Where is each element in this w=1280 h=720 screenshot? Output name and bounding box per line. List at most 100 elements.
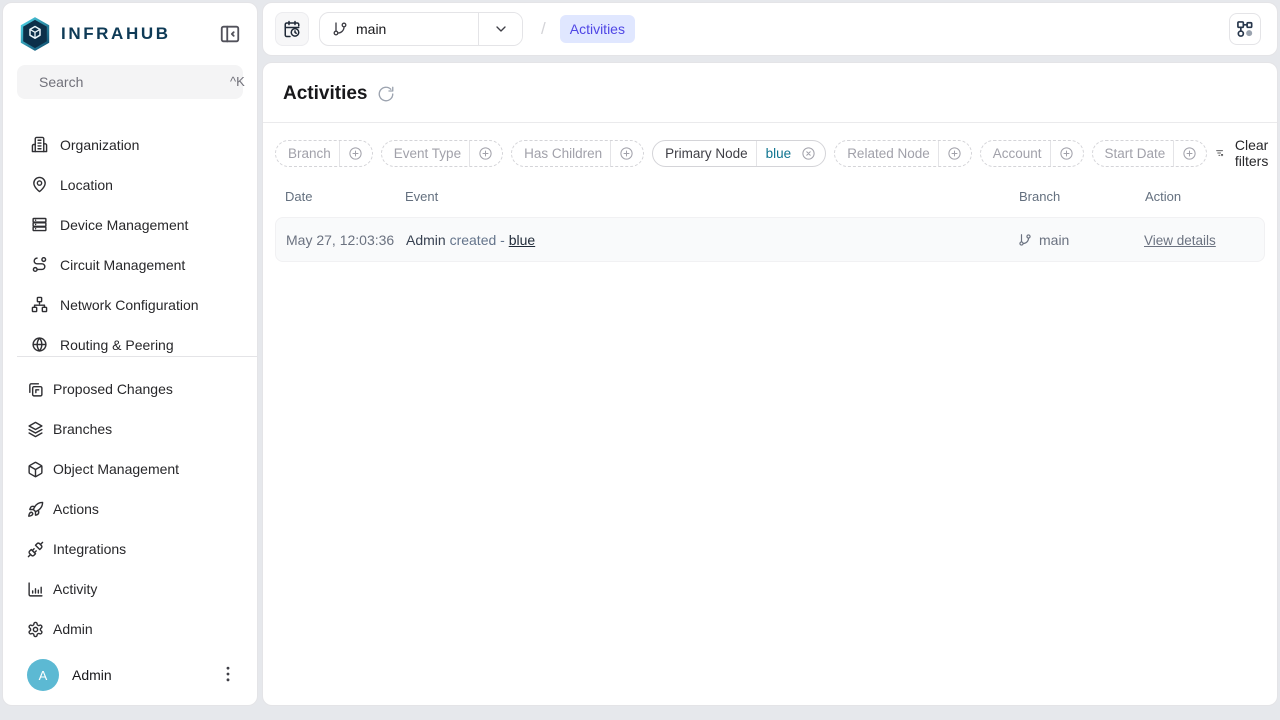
user-name: Admin <box>72 667 112 683</box>
filter-chip-label: Primary Node <box>653 146 756 161</box>
branch-selector-value[interactable]: main <box>320 13 478 45</box>
sidebar-item-label: Circuit Management <box>60 257 185 273</box>
breadcrumb-activities[interactable]: Activities <box>560 15 635 43</box>
git-branch-icon <box>332 21 348 37</box>
filter-chip-label: Account <box>981 146 1050 161</box>
sidebar-item-label: Proposed Changes <box>53 381 173 397</box>
cell-event: Admin created - blue <box>396 232 1008 248</box>
add-filter-button[interactable] <box>611 146 643 161</box>
search-input[interactable] <box>39 74 220 90</box>
network-icon <box>31 296 48 313</box>
filter-chip-label: Branch <box>276 146 339 161</box>
clear-filters-label: Clear filters <box>1231 137 1271 169</box>
sidebar-item-device-management[interactable]: Device Management <box>3 205 257 245</box>
sidebar-item-label: Actions <box>53 501 99 517</box>
column-header-date: Date <box>275 189 395 204</box>
sidebar-item-label: Device Management <box>60 217 188 233</box>
filter-x-icon <box>1215 145 1224 161</box>
circle-plus-icon <box>478 146 493 161</box>
time-travel-button[interactable] <box>275 12 309 46</box>
circle-plus-icon <box>348 146 363 161</box>
add-filter-button[interactable] <box>470 146 502 161</box>
event-actor: Admin <box>406 232 446 248</box>
branch-selector[interactable]: main <box>319 12 523 46</box>
sidebar-item-proposed-changes[interactable]: Proposed Changes <box>3 369 257 409</box>
add-filter-button[interactable] <box>340 146 372 161</box>
top-bar: main / Activities <box>262 2 1278 56</box>
sidebar-item-label: Object Management <box>53 461 179 477</box>
sidebar-item-label: Integrations <box>53 541 126 557</box>
sidebar-item-actions[interactable]: Actions <box>3 489 257 529</box>
filter-chip-related-node[interactable]: Related Node <box>834 140 972 167</box>
sidebar-item-activity[interactable]: Activity <box>3 569 257 609</box>
app-title: INFRAHUB <box>61 24 171 44</box>
user-options-button[interactable] <box>217 664 239 686</box>
branch-dropdown-button[interactable] <box>478 13 522 45</box>
cell-date: May 27, 12:03:36 <box>276 232 396 248</box>
calendar-clock-icon <box>283 20 301 38</box>
rocket-icon <box>27 501 44 518</box>
sidebar-item-label: Organization <box>60 137 139 153</box>
git-branch-icon <box>1018 233 1032 247</box>
filter-chip-start-date[interactable]: Start Date <box>1092 140 1208 167</box>
filter-chip-has-children[interactable]: Has Children <box>511 140 644 167</box>
column-header-branch: Branch <box>1009 189 1135 204</box>
add-filter-button[interactable] <box>1174 146 1206 161</box>
column-header-event: Event <box>395 189 1009 204</box>
sidebar-item-circuit-management[interactable]: Circuit Management <box>3 245 257 285</box>
sidebar-item-location[interactable]: Location <box>3 165 257 205</box>
app-logo[interactable]: INFRAHUB <box>19 17 171 51</box>
circle-x-icon <box>801 146 816 161</box>
layers-icon <box>27 421 44 438</box>
sidebar: INFRAHUB ^K Organization Location Device… <box>2 2 258 706</box>
box-icon <box>27 461 44 478</box>
nav-group-secondary: Proposed Changes Branches Object Managem… <box>3 357 257 649</box>
sidebar-item-label: Routing & Peering <box>60 337 174 353</box>
active-filter-chip-primary-node[interactable]: Primary Node blue <box>652 140 826 167</box>
filter-chip-account[interactable]: Account <box>980 140 1084 167</box>
sidebar-item-label: Admin <box>53 621 93 637</box>
column-header-action: Action <box>1135 189 1265 204</box>
search-shortcut: ^K <box>230 74 245 89</box>
sidebar-item-routing-peering[interactable]: Routing & Peering <box>3 325 257 356</box>
sidebar-item-admin[interactable]: Admin <box>3 609 257 649</box>
sidebar-item-integrations[interactable]: Integrations <box>3 529 257 569</box>
filter-chip-label: Event Type <box>382 146 469 161</box>
circle-plus-icon <box>1182 146 1197 161</box>
sidebar-collapse-button[interactable] <box>217 21 243 47</box>
add-filter-button[interactable] <box>1051 146 1083 161</box>
gear-icon <box>27 621 44 638</box>
route-icon <box>31 256 48 273</box>
refresh-icon <box>377 85 395 103</box>
sidebar-item-object-management[interactable]: Object Management <box>3 449 257 489</box>
filters-row: Branch Event Type Has Children Primary N… <box>263 123 1277 173</box>
add-filter-button[interactable] <box>939 146 971 161</box>
circle-plus-icon <box>947 146 962 161</box>
panel-collapse-icon <box>219 23 241 45</box>
breadcrumb-separator: / <box>541 19 546 39</box>
filter-chip-value: blue <box>757 146 794 161</box>
filter-chip-branch[interactable]: Branch <box>275 140 373 167</box>
search-bar[interactable]: ^K <box>17 65 243 99</box>
circle-plus-icon <box>619 146 634 161</box>
table-body: May 27, 12:03:36 Admin created - blue ma… <box>275 217 1265 262</box>
sidebar-item-label: Activity <box>53 581 97 597</box>
main-column: main / Activities Activities Branch Even… <box>262 2 1278 706</box>
table-row[interactable]: May 27, 12:03:36 Admin created - blue ma… <box>275 217 1265 262</box>
sidebar-item-organization[interactable]: Organization <box>3 125 257 165</box>
sidebar-item-network-configuration[interactable]: Network Configuration <box>3 285 257 325</box>
sidebar-item-branches[interactable]: Branches <box>3 409 257 449</box>
remove-filter-button[interactable] <box>793 146 825 161</box>
refresh-button[interactable] <box>377 85 395 103</box>
chart-icon <box>27 581 44 598</box>
map-pin-icon <box>31 176 48 193</box>
clear-filters-button[interactable]: Clear filters <box>1215 137 1271 169</box>
schema-visualizer-button[interactable] <box>1229 13 1261 45</box>
avatar: A <box>27 659 59 691</box>
user-menu[interactable]: A Admin <box>3 649 257 705</box>
circle-plus-icon <box>1059 146 1074 161</box>
event-object-link[interactable]: blue <box>509 232 535 248</box>
view-details-link[interactable]: View details <box>1144 233 1216 248</box>
filter-chip-event-type[interactable]: Event Type <box>381 140 503 167</box>
filter-chip-label: Has Children <box>512 146 610 161</box>
